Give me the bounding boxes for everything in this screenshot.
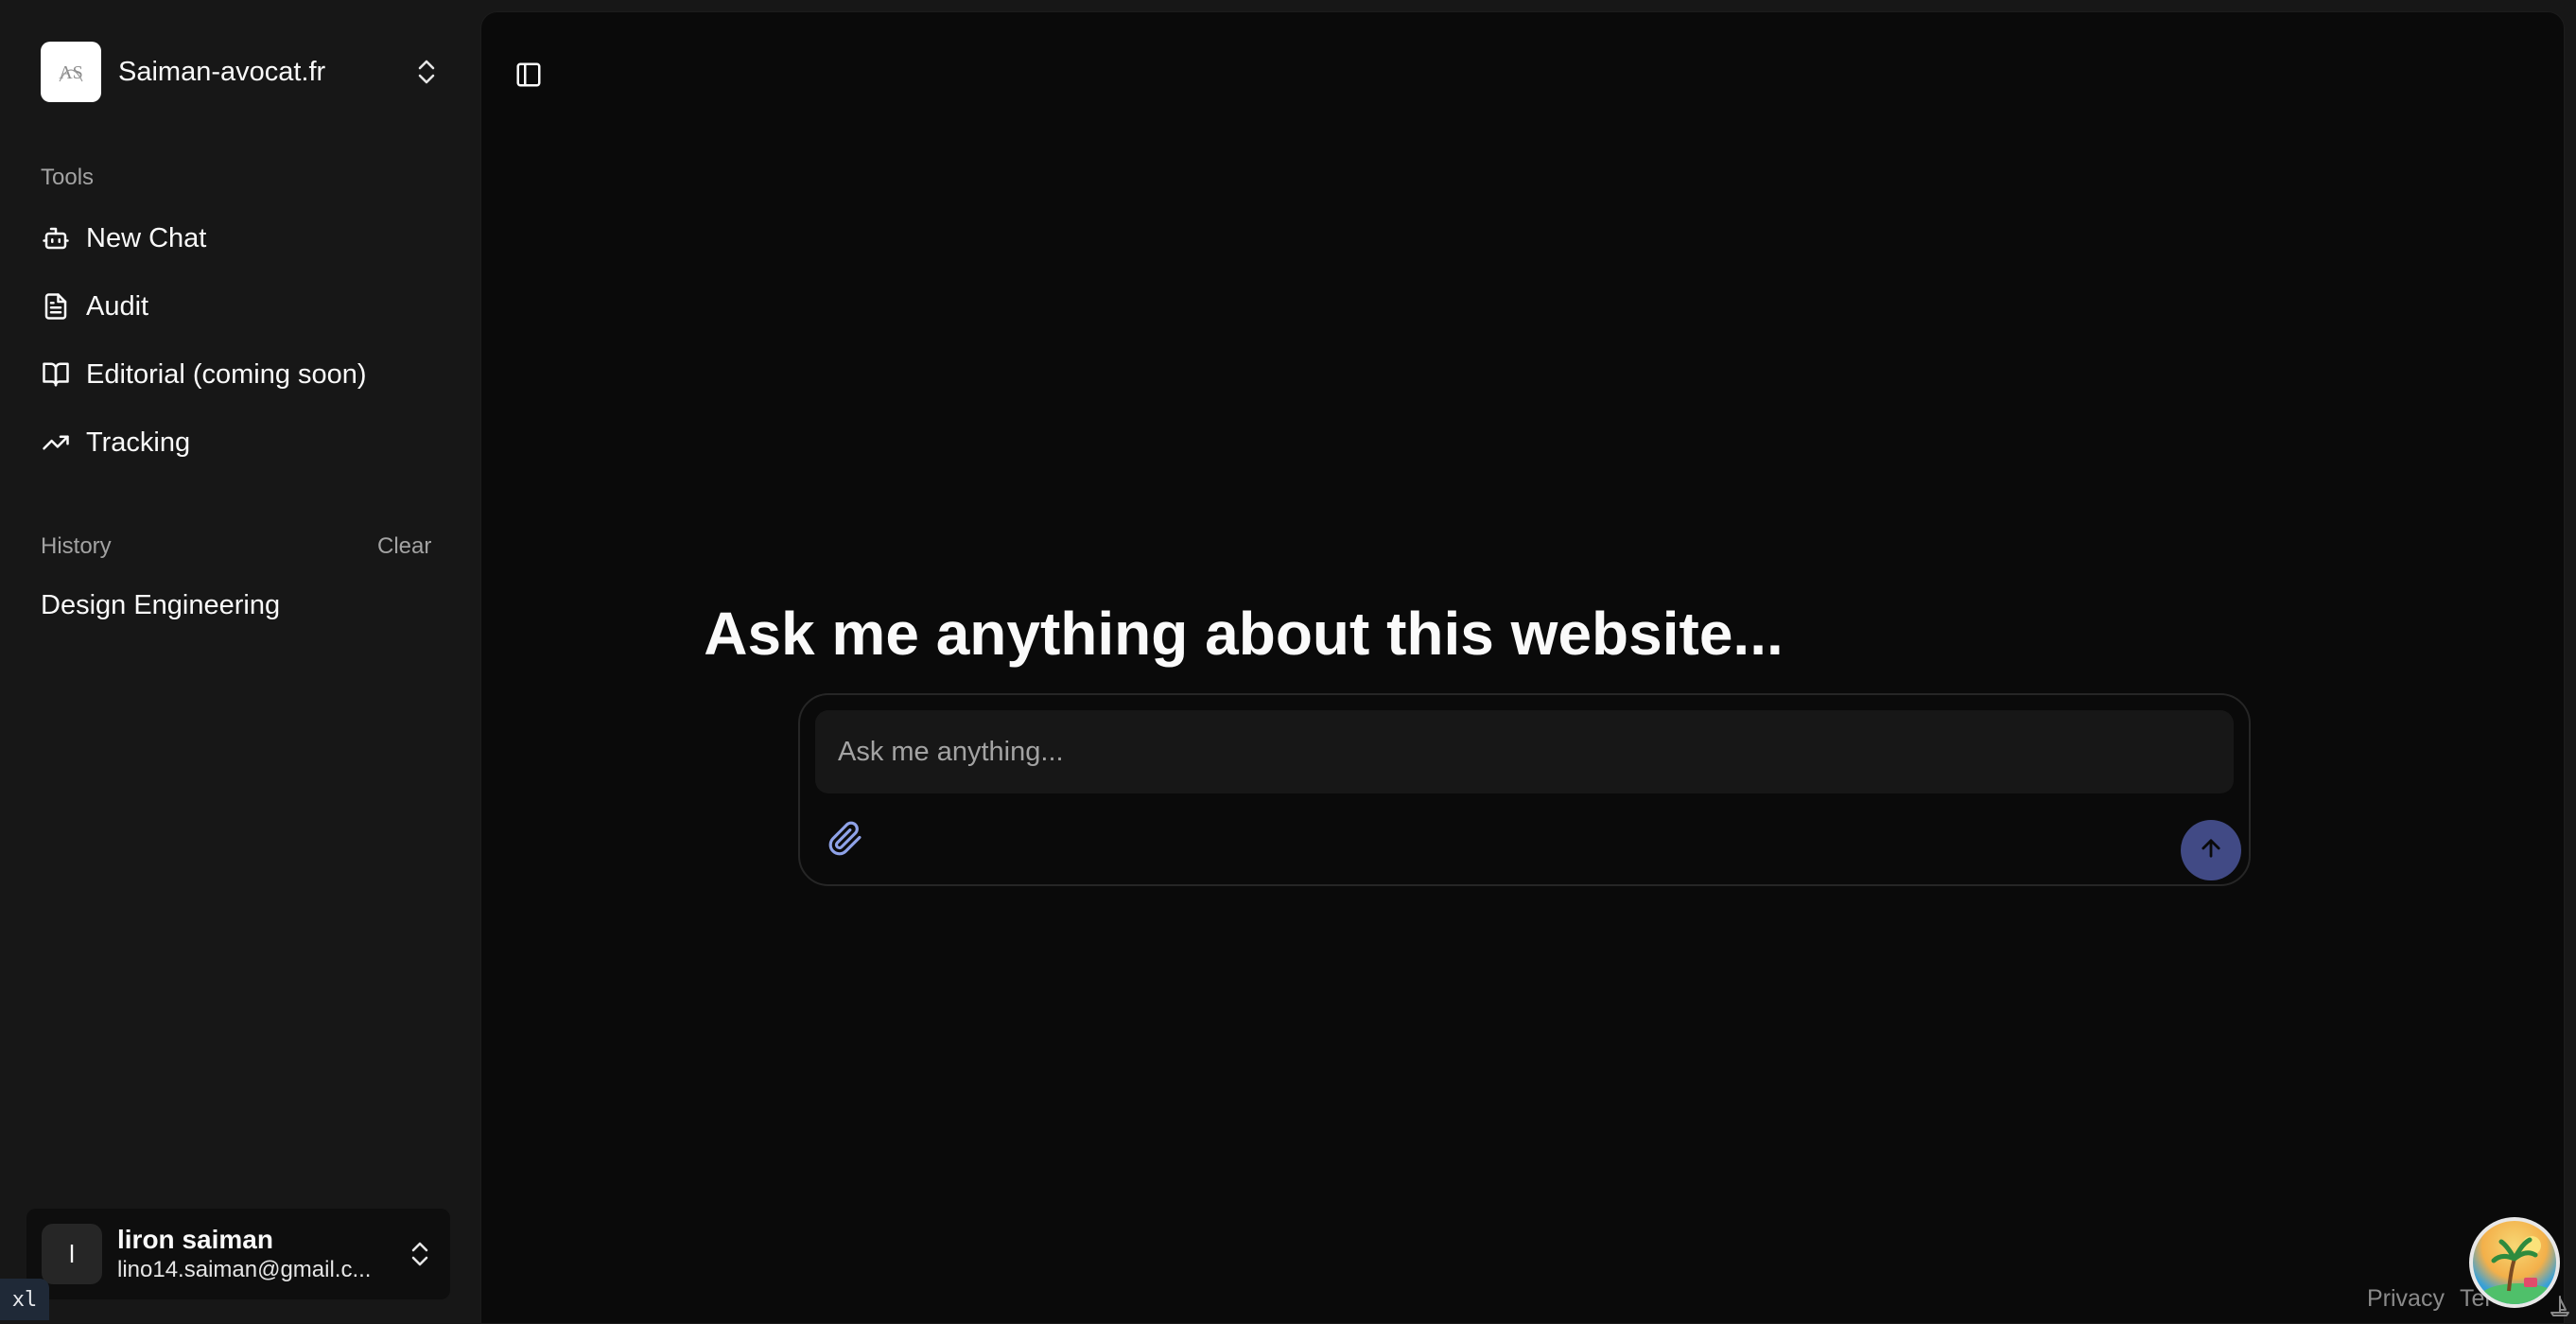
sidebar-toggle-button[interactable] [510, 58, 548, 96]
user-menu[interactable]: l liron saiman lino14.saiman@gmail.c... [26, 1209, 450, 1299]
org-logo-mark: AS [59, 62, 83, 83]
user-name: liron saiman [117, 1225, 273, 1254]
attach-button[interactable] [825, 820, 866, 862]
sidebar-item-audit[interactable]: Audit [41, 286, 438, 327]
history-section-label: History [41, 533, 112, 559]
sidebar-item-label: Audit [86, 290, 149, 322]
sidebar-item-new-chat[interactable]: New Chat [41, 218, 438, 259]
sidebar-item-tracking[interactable]: Tracking [41, 422, 438, 463]
footer-links: Privacy Ter [2367, 1285, 2493, 1313]
paperclip-icon [827, 821, 863, 862]
trending-up-icon [41, 427, 71, 458]
palm-island-icon [2480, 1236, 2556, 1304]
file-text-icon [41, 291, 71, 322]
main-panel: Ask me anything about this website... Pr… [480, 11, 2569, 1324]
user-info: liron saiman lino14.saiman@gmail.c... [117, 1224, 371, 1284]
sailboat-icon[interactable] [2549, 1295, 2571, 1317]
chevrons-up-down-icon [413, 55, 440, 89]
sidebar: AS Saiman-avocat.fr Tools New Chat Audit… [0, 0, 480, 1324]
sidebar-item-label: Editorial (coming soon) [86, 358, 367, 390]
tools-section-label: Tools [41, 165, 95, 190]
avatar: l [42, 1224, 102, 1284]
privacy-link[interactable]: Privacy [2367, 1285, 2445, 1313]
sidebar-item-editorial[interactable]: Editorial (coming soon) [41, 354, 438, 395]
org-logo: AS [41, 42, 101, 102]
book-open-icon [41, 359, 71, 390]
clear-history-button[interactable]: Clear [377, 533, 431, 560]
bot-icon [41, 223, 71, 253]
assistant-launcher-button[interactable] [2469, 1217, 2560, 1308]
send-button[interactable] [2181, 820, 2241, 880]
page-title: Ask me anything about this website... [704, 600, 1784, 668]
org-logo-text: AS [59, 62, 83, 83]
org-name: Saiman-avocat.fr [118, 56, 326, 87]
chevrons-up-down-icon [407, 1237, 433, 1271]
panel-left-icon [514, 61, 543, 94]
sidebar-item-label: Tracking [86, 427, 191, 458]
breakpoint-badge: xl [0, 1279, 49, 1320]
chat-composer [798, 693, 2251, 886]
user-email: lino14.saiman@gmail.c... [117, 1257, 372, 1282]
org-switcher[interactable]: AS Saiman-avocat.fr [41, 41, 440, 103]
chat-input[interactable] [815, 710, 2234, 793]
history-item[interactable]: Design Engineering [41, 590, 280, 621]
sidebar-item-label: New Chat [86, 222, 207, 253]
arrow-up-icon [2198, 835, 2224, 866]
